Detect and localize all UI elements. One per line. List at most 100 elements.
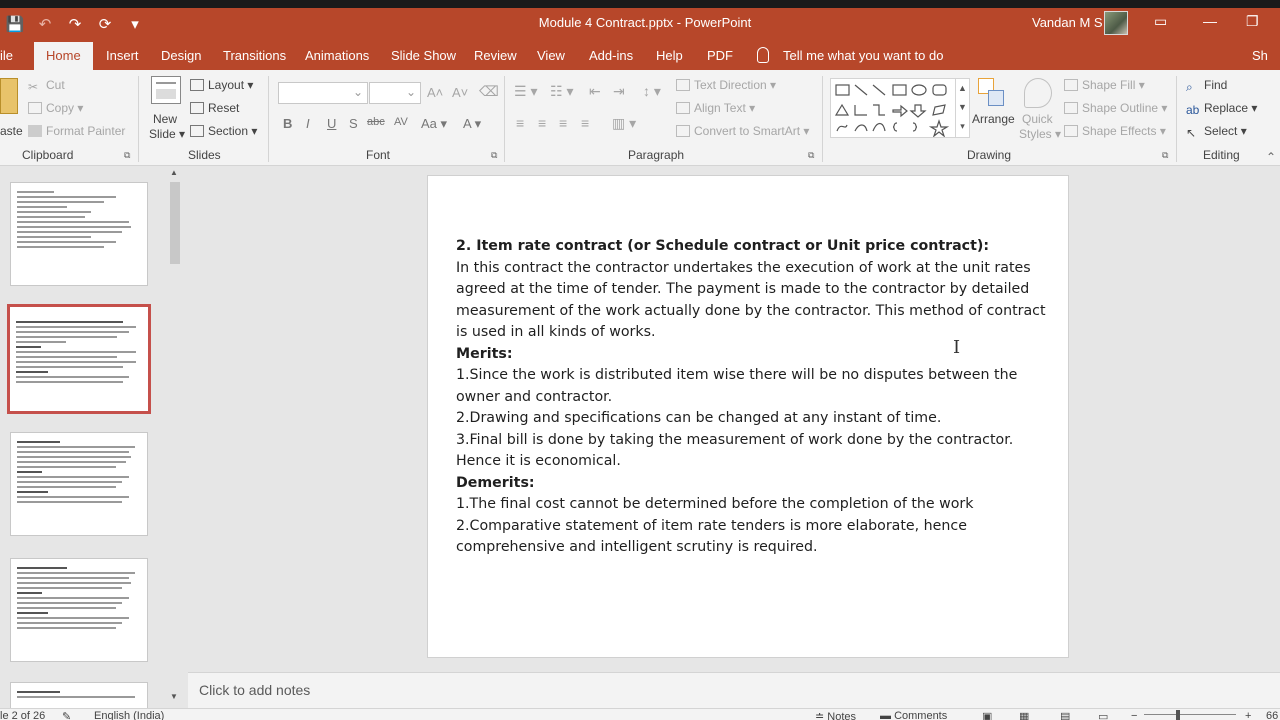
- ribbon-display-options-icon[interactable]: ▭: [1154, 13, 1167, 30]
- reset-button[interactable]: Reset: [190, 101, 239, 115]
- numbering-icon[interactable]: ☷ ▾: [550, 83, 573, 100]
- font-launcher-icon[interactable]: ⧉: [491, 150, 497, 161]
- grow-font-icon[interactable]: A˄: [427, 85, 443, 100]
- paragraph-launcher-icon[interactable]: ⧉: [808, 150, 814, 161]
- scroll-down-icon[interactable]: ▼: [170, 692, 178, 701]
- clipboard-launcher-icon[interactable]: ⧉: [124, 150, 130, 161]
- zoom-slider-track[interactable]: [1144, 714, 1236, 715]
- copy-button[interactable]: Copy ▾: [28, 101, 83, 115]
- font-size-combo[interactable]: ⌄: [369, 82, 421, 104]
- italic-button[interactable]: I: [306, 116, 310, 131]
- find-button[interactable]: ⌕ Find: [1186, 78, 1227, 94]
- save-icon[interactable]: 💾: [0, 15, 30, 33]
- tab-review[interactable]: Review: [474, 48, 517, 63]
- scroll-up-icon[interactable]: ▲: [170, 168, 178, 177]
- new-slide-icon[interactable]: [151, 76, 181, 104]
- align-left-icon[interactable]: ≡: [516, 115, 524, 131]
- shape-effects-button[interactable]: Shape Effects ▾: [1064, 124, 1166, 138]
- decrease-indent-icon[interactable]: ⇤: [589, 83, 601, 100]
- shape-outline-button[interactable]: Shape Outline ▾: [1064, 101, 1167, 115]
- current-slide[interactable]: 2. Item rate contract (or Schedule contr…: [427, 175, 1069, 658]
- slide-thumbnail-2[interactable]: [7, 304, 151, 414]
- undo-icon[interactable]: ↶: [30, 15, 60, 33]
- zoom-slider-thumb[interactable]: [1176, 710, 1180, 720]
- replace-button[interactable]: ab Replace ▾: [1186, 101, 1257, 117]
- quick-styles-dropdown[interactable]: Styles ▾: [1019, 127, 1061, 141]
- tab-pdf[interactable]: PDF: [707, 48, 733, 63]
- align-text-button[interactable]: Align Text ▾: [676, 101, 755, 115]
- shapes-gallery[interactable]: ▲ ▼ ▾: [830, 78, 970, 138]
- minimize-icon[interactable]: —: [1203, 13, 1217, 29]
- notes-placeholder[interactable]: Click to add notes: [199, 682, 310, 698]
- arrange-button[interactable]: Arrange: [972, 112, 1015, 126]
- slideshow-view-icon[interactable]: ▭: [1098, 710, 1108, 720]
- layout-button[interactable]: Layout ▾: [190, 78, 253, 92]
- shape-fill-button[interactable]: Shape Fill ▾: [1064, 78, 1145, 92]
- thumbnail-scrollbar[interactable]: ▲ ▼: [168, 166, 182, 706]
- drawing-launcher-icon[interactable]: ⧉: [1162, 150, 1168, 161]
- change-case-button[interactable]: Aa ▾: [421, 116, 447, 132]
- tell-me-search[interactable]: Tell me what you want to do: [783, 48, 943, 63]
- shadow-button[interactable]: S: [349, 116, 358, 131]
- underline-button[interactable]: U: [327, 116, 336, 131]
- slide-sorter-icon[interactable]: ▦: [1019, 710, 1029, 720]
- line-spacing-icon[interactable]: ↕ ▾: [643, 83, 661, 100]
- character-spacing-button[interactable]: AV: [394, 116, 408, 128]
- slide-text-box[interactable]: 2. Item rate contract (or Schedule contr…: [456, 236, 1046, 559]
- user-name[interactable]: Vandan M S: [1032, 15, 1103, 30]
- start-slideshow-icon[interactable]: ⟳: [90, 15, 120, 33]
- spell-check-icon[interactable]: ✎: [62, 710, 71, 720]
- zoom-level[interactable]: 66: [1266, 710, 1278, 720]
- select-button[interactable]: ↖ Select ▾: [1186, 124, 1247, 140]
- customize-qat-icon[interactable]: ▾: [120, 15, 150, 33]
- normal-view-icon[interactable]: ▣: [982, 710, 992, 720]
- collapse-ribbon-icon[interactable]: ⌃: [1266, 150, 1276, 164]
- comments-toggle-button[interactable]: ▬ Comments: [880, 710, 947, 720]
- align-center-icon[interactable]: ≡: [538, 115, 546, 131]
- share-button[interactable]: Sh: [1252, 48, 1268, 63]
- increase-indent-icon[interactable]: ⇥: [613, 83, 625, 100]
- clear-formatting-icon[interactable]: ⌫: [479, 83, 499, 100]
- justify-icon[interactable]: ≡: [581, 115, 589, 131]
- slide-thumbnail-3[interactable]: [10, 432, 148, 536]
- language-indicator[interactable]: English (India): [94, 710, 164, 720]
- slide-thumbnail-4[interactable]: [10, 558, 148, 662]
- redo-icon[interactable]: ↷: [60, 15, 90, 33]
- new-slide-button[interactable]: New: [153, 112, 177, 126]
- font-color-button[interactable]: A ▾: [463, 116, 481, 132]
- tab-transitions[interactable]: Transitions: [223, 48, 286, 63]
- notes-pane[interactable]: Click to add notes: [188, 672, 1280, 708]
- zoom-in-button[interactable]: +: [1245, 710, 1251, 720]
- tab-addins[interactable]: Add-ins: [589, 48, 633, 63]
- paste-icon[interactable]: [0, 78, 18, 114]
- tab-slideshow[interactable]: Slide Show: [391, 48, 456, 63]
- tab-help[interactable]: Help: [656, 48, 683, 63]
- bold-button[interactable]: B: [283, 116, 292, 131]
- tab-animations[interactable]: Animations: [305, 48, 369, 63]
- align-right-icon[interactable]: ≡: [559, 115, 567, 131]
- bullets-icon[interactable]: ☰ ▾: [514, 83, 537, 100]
- columns-icon[interactable]: ▥ ▾: [612, 115, 636, 132]
- format-painter-button[interactable]: Format Painter: [28, 124, 125, 138]
- shapes-gallery-scroll[interactable]: ▲ ▼ ▾: [955, 79, 969, 137]
- reading-view-icon[interactable]: ▤: [1060, 710, 1070, 720]
- section-button[interactable]: Section ▾: [190, 124, 257, 138]
- paste-button[interactable]: aste: [0, 124, 23, 138]
- arrange-icon[interactable]: [978, 78, 1006, 108]
- tab-home[interactable]: Home: [34, 42, 93, 72]
- zoom-out-button[interactable]: −: [1131, 710, 1137, 720]
- notes-toggle-button[interactable]: ≐ Notes: [815, 710, 856, 720]
- cut-button[interactable]: ✂ Cut: [28, 78, 65, 94]
- text-direction-button[interactable]: Text Direction ▾: [676, 78, 776, 92]
- strikethrough-button[interactable]: abc: [367, 116, 385, 128]
- quick-styles-button[interactable]: Quick: [1022, 112, 1053, 126]
- tab-file[interactable]: ile: [0, 48, 13, 63]
- restore-icon[interactable]: ❐: [1246, 13, 1259, 30]
- tab-design[interactable]: Design: [161, 48, 201, 63]
- shrink-font-icon[interactable]: A˅: [452, 85, 468, 100]
- tab-view[interactable]: View: [537, 48, 565, 63]
- new-slide-dropdown[interactable]: Slide ▾: [149, 127, 185, 141]
- font-name-combo[interactable]: ⌄: [278, 82, 368, 104]
- convert-smartart-button[interactable]: Convert to SmartArt ▾: [676, 124, 809, 138]
- scrollbar-thumb[interactable]: [170, 182, 180, 264]
